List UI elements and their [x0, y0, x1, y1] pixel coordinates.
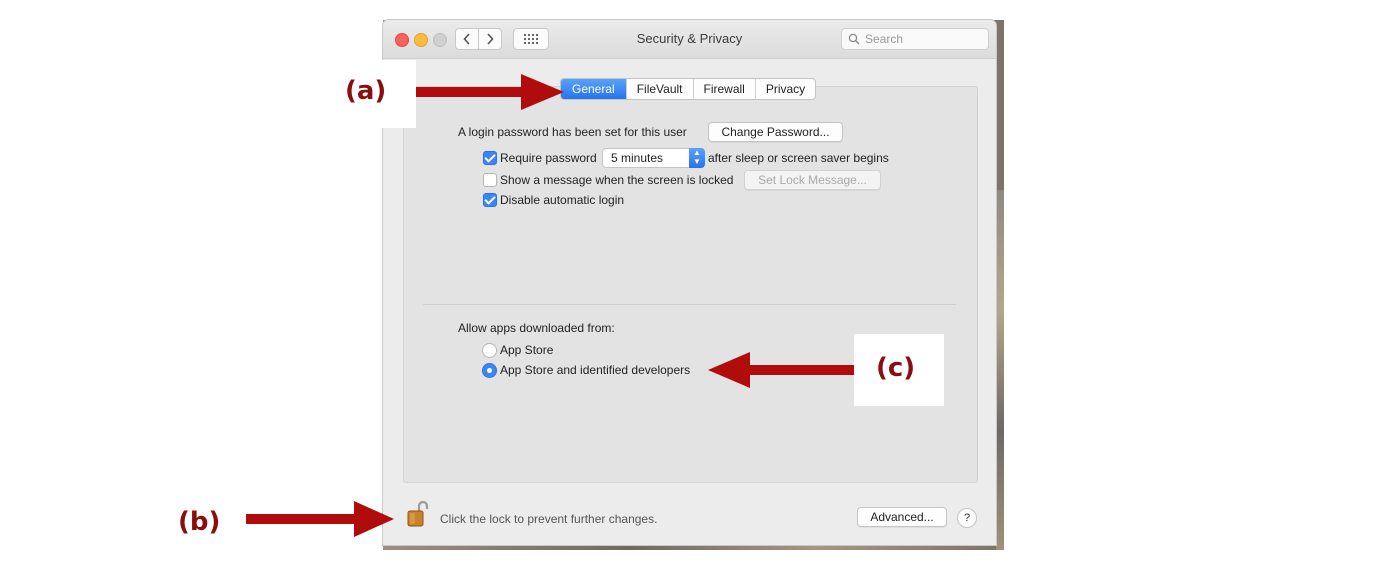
password-delay-value: 5 minutes: [611, 151, 664, 165]
after-sleep-text: after sleep or screen saver begins: [708, 151, 889, 165]
search-input[interactable]: [865, 32, 975, 46]
disable-auto-login-checkbox[interactable]: [483, 193, 497, 207]
disable-auto-login-label: Disable automatic login: [500, 193, 625, 207]
advanced-button[interactable]: Advanced...: [857, 507, 947, 527]
tab-general[interactable]: General: [561, 79, 626, 99]
section-divider: [423, 304, 956, 305]
popup-arrows-icon: ▲ ▼: [689, 148, 705, 168]
set-lock-message-button[interactable]: Set Lock Message...: [744, 170, 881, 190]
search-icon: [848, 33, 860, 45]
annotation-arrow-icon: [246, 501, 394, 537]
tab-filevault[interactable]: FileVault: [625, 79, 693, 99]
change-password-button[interactable]: Change Password...: [708, 122, 843, 142]
general-pane: [403, 86, 978, 483]
tab-privacy[interactable]: Privacy: [754, 79, 815, 99]
radio-app-store[interactable]: [482, 343, 497, 358]
require-password-checkbox[interactable]: [483, 151, 497, 165]
password-delay-select[interactable]: 5 minutes ▲ ▼: [602, 148, 705, 168]
search-field[interactable]: [841, 28, 989, 50]
desktop-background-edge: [996, 190, 1004, 550]
allow-apps-heading: Allow apps downloaded from:: [458, 321, 615, 335]
annotation-arrow-icon: [708, 352, 854, 388]
radio-app-store-identified[interactable]: [482, 363, 497, 378]
annotation-a-label: (a): [345, 76, 387, 106]
annotation-c-label: (c): [876, 353, 916, 383]
login-password-text: A login password has been set for this u…: [458, 125, 687, 139]
annotation-arrow-icon: [416, 74, 564, 110]
tab-firewall[interactable]: Firewall: [692, 79, 755, 99]
show-message-label: Show a message when the screen is locked: [500, 173, 734, 187]
radio-app-store-identified-label: App Store and identified developers: [500, 363, 691, 377]
lock-status-text: Click the lock to prevent further change…: [440, 512, 658, 526]
unlocked-padlock-icon[interactable]: [407, 500, 429, 528]
require-password-label: Require password: [500, 151, 597, 165]
annotation-b-label: (b): [178, 507, 221, 537]
show-message-checkbox[interactable]: [483, 173, 497, 187]
radio-app-store-label: App Store: [500, 343, 554, 357]
title-bar: Security & Privacy: [383, 20, 996, 59]
tab-bar: General FileVault Firewall Privacy: [560, 78, 817, 100]
help-icon[interactable]: ?: [957, 508, 977, 528]
